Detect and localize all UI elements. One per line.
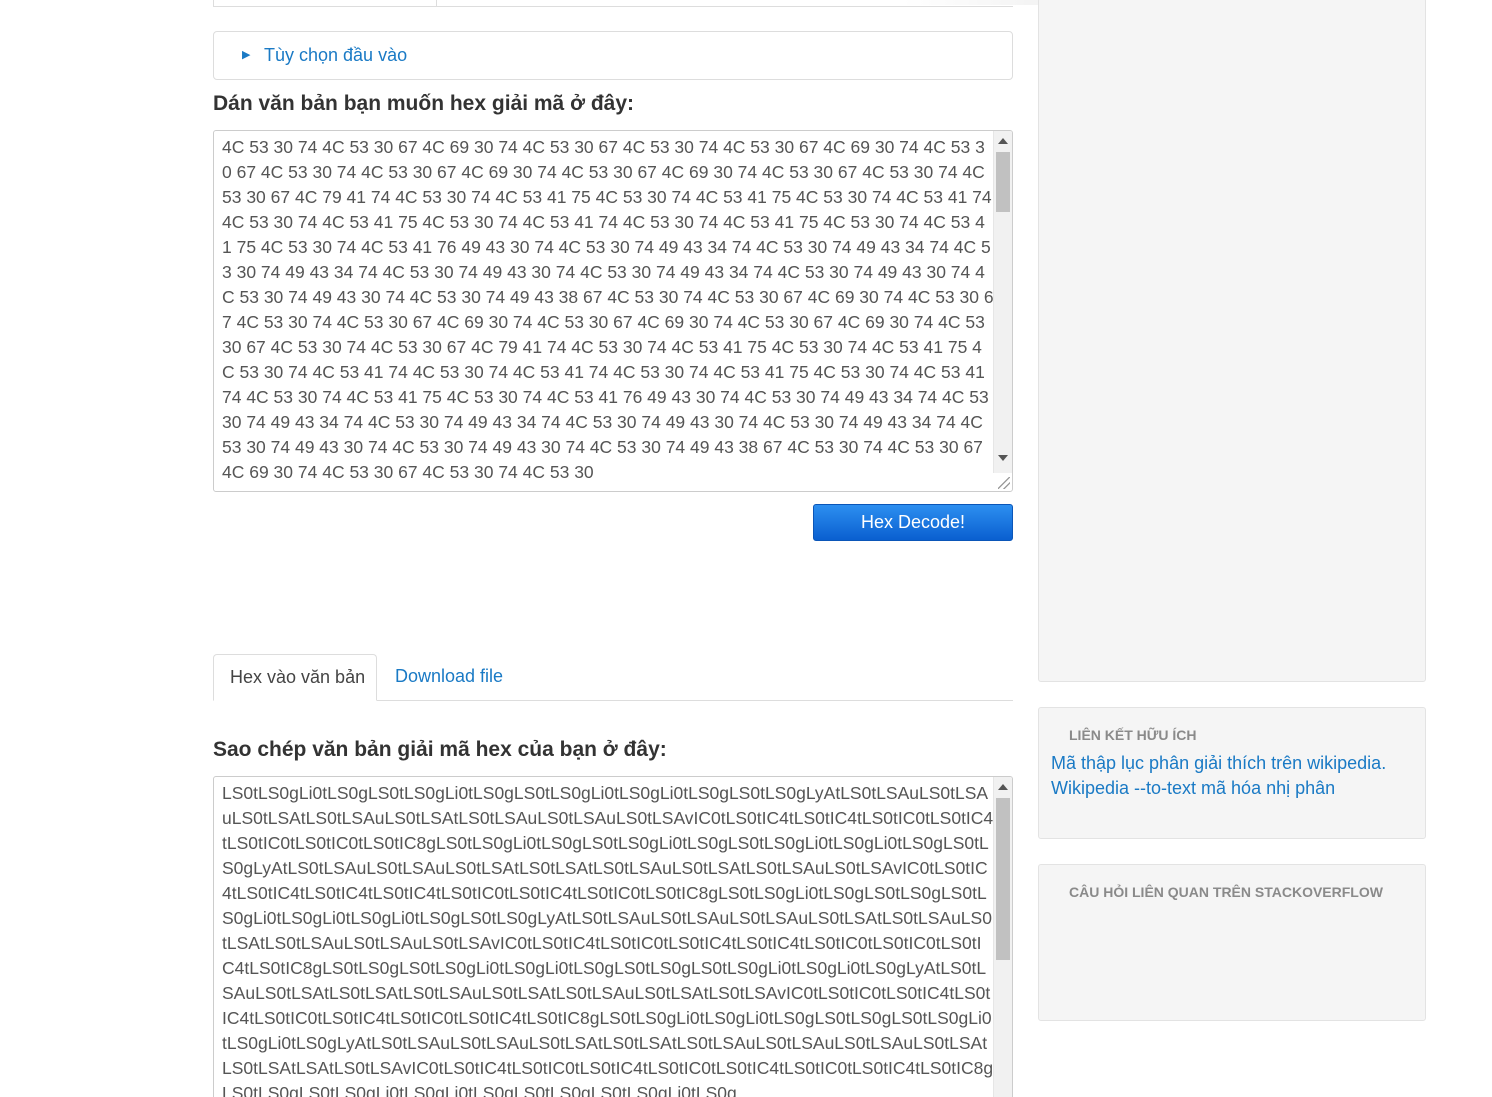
scroll-down-icon[interactable]	[998, 455, 1008, 461]
output-text[interactable]: LS0tLS0gLi0tLS0gLS0tLS0gLi0tLS0gLS0tLS0g…	[222, 781, 994, 1097]
resize-grip-icon[interactable]	[998, 477, 1010, 489]
input-text[interactable]: 4C 53 30 74 4C 53 30 67 4C 69 30 74 4C 5…	[222, 135, 994, 485]
top-tab-strip	[213, 0, 1183, 7]
sidebar-ad-box	[1038, 0, 1426, 682]
tab-download-file[interactable]: Download file	[379, 654, 519, 700]
input-textarea[interactable]: 4C 53 30 74 4C 53 30 67 4C 69 30 74 4C 5…	[213, 130, 1013, 492]
related-questions-box: CÂU HỎI LIÊN QUAN TRÊN STACKOVERFLOW	[1038, 864, 1426, 1021]
output-heading: Sao chép văn bản giải mã hex của bạn ở đ…	[213, 738, 667, 761]
hex-decode-button[interactable]: Hex Decode!	[813, 504, 1013, 541]
wikipedia-hex-link[interactable]: Mã thập lục phân giải thích trên wikiped…	[1051, 753, 1386, 774]
input-options-label[interactable]: Tùy chọn đầu vào	[264, 45, 407, 66]
useful-links-title: LIÊN KẾT HỮU ÍCH	[1069, 727, 1197, 743]
output-tabs: Hex vào văn bản Download file	[213, 654, 1013, 701]
wikipedia-binary-link[interactable]: Wikipedia --to-text mã hóa nhị phân	[1051, 778, 1335, 799]
input-options-panel[interactable]: ▶ Tùy chọn đầu vào	[213, 31, 1013, 80]
output-scrollbar[interactable]	[993, 777, 1012, 1097]
top-active-tab[interactable]	[213, 0, 437, 6]
input-heading: Dán văn bản bạn muốn hex giải mã ở đây:	[213, 92, 635, 115]
input-scrollbar[interactable]	[993, 131, 1012, 473]
scroll-up-icon[interactable]	[998, 784, 1008, 790]
caret-right-icon: ▶	[242, 49, 251, 61]
output-scroll-thumb[interactable]	[996, 798, 1010, 960]
scroll-up-icon[interactable]	[998, 138, 1008, 144]
output-textarea[interactable]: LS0tLS0gLi0tLS0gLS0tLS0gLi0tLS0gLS0tLS0g…	[213, 776, 1013, 1097]
input-scroll-thumb[interactable]	[996, 152, 1010, 212]
tab-hex-to-text[interactable]: Hex vào văn bản	[213, 654, 377, 701]
related-questions-title: CÂU HỎI LIÊN QUAN TRÊN STACKOVERFLOW	[1069, 884, 1383, 900]
useful-links-box: LIÊN KẾT HỮU ÍCH Mã thập lục phân giải t…	[1038, 707, 1426, 839]
